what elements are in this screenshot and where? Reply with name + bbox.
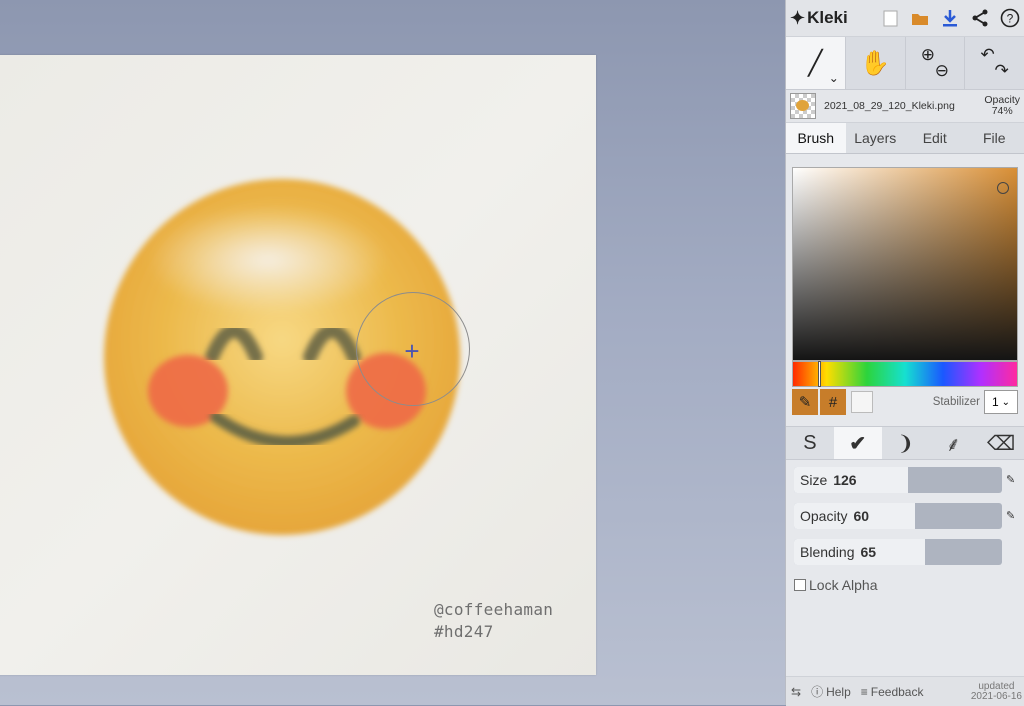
hash-icon: # bbox=[829, 394, 837, 411]
undo-icon[interactable]: ↶ bbox=[981, 47, 995, 63]
brush-tool-button[interactable]: ╱ ⌄ bbox=[786, 37, 846, 89]
updated-info: updated 2021-06-16 bbox=[971, 682, 1024, 702]
color-picker-area[interactable] bbox=[792, 167, 1018, 361]
app-name: Kleki bbox=[807, 8, 848, 28]
updated-date: 2021-06-16 bbox=[971, 692, 1022, 702]
tool-row: ╱ ⌄ ✋ ⊕ ⊖ ↶ ↷ bbox=[786, 37, 1024, 90]
opacity-value: 74% bbox=[984, 106, 1020, 117]
tab-edit[interactable]: Edit bbox=[905, 123, 965, 153]
sketchy-brush-icon: ❩ bbox=[897, 431, 914, 456]
tab-file[interactable]: File bbox=[965, 123, 1024, 153]
top-bar: ✦ Kleki ? bbox=[786, 0, 1024, 37]
stabilizer-label: Stabilizer bbox=[933, 396, 980, 408]
chevron-down-icon: ⌄ bbox=[1002, 397, 1010, 408]
help-label: Help bbox=[826, 685, 851, 699]
panel-tabs: Brush Layers Edit File bbox=[786, 123, 1024, 154]
download-icon[interactable] bbox=[940, 8, 960, 28]
brush-pixel-button[interactable]: ⸙ bbox=[929, 427, 977, 459]
size-label: Size bbox=[800, 472, 827, 488]
tab-layers[interactable]: Layers bbox=[846, 123, 906, 153]
undo-redo-tools[interactable]: ↶ ↷ bbox=[965, 37, 1024, 89]
lock-alpha-label: Lock Alpha bbox=[809, 577, 878, 593]
panel-footer: ⇆ ⓘ Help ≡ Feedback updated 2021-06-16 bbox=[786, 676, 1024, 706]
hex-input-button[interactable]: # bbox=[820, 389, 846, 415]
help-icon[interactable]: ? bbox=[1000, 8, 1020, 28]
svg-text:?: ? bbox=[1007, 12, 1014, 26]
drawing-canvas[interactable]: @coffeehaman #hd247 bbox=[0, 55, 596, 675]
pixel-brush-icon: ⸙ bbox=[946, 430, 961, 457]
new-file-icon[interactable] bbox=[880, 8, 900, 28]
updated-label: updated bbox=[971, 682, 1022, 692]
file-info-row: 2021_08_29_120_Kleki.png Opacity 74% bbox=[786, 90, 1024, 123]
blending-label: Blending bbox=[800, 544, 855, 560]
help-circle-icon: ⓘ bbox=[811, 683, 823, 700]
tool-panel: ✦ Kleki ? ╱ ⌄ ✋ bbox=[785, 0, 1024, 705]
crosshair-icon: + bbox=[400, 339, 424, 363]
blending-value: 65 bbox=[861, 544, 877, 560]
help-button[interactable]: ⓘ Help bbox=[806, 683, 856, 700]
size-value: 126 bbox=[833, 472, 856, 488]
lock-alpha-checkbox[interactable]: Lock Alpha bbox=[794, 577, 878, 593]
brush-types: S ✔ ❩ ⸙ ⌫ bbox=[786, 426, 1024, 460]
feedback-button[interactable]: ≡ Feedback bbox=[856, 685, 929, 699]
zoom-tools[interactable]: ⊕ ⊖ bbox=[906, 37, 966, 89]
hue-slider[interactable] bbox=[792, 361, 1018, 387]
feedback-icon: ≡ bbox=[861, 685, 868, 699]
blending-slider[interactable]: Blending 65 bbox=[794, 539, 1002, 565]
feedback-label: Feedback bbox=[871, 685, 924, 699]
checkbox-box[interactable] bbox=[794, 579, 806, 591]
opacity-slider[interactable]: Opacity 60 bbox=[794, 503, 1002, 529]
eyedropper-button[interactable]: ✎ bbox=[792, 389, 818, 415]
kleki-logo-icon: ✦ bbox=[790, 8, 805, 29]
watermark-tag: #hd247 bbox=[434, 622, 494, 641]
emoji-artwork bbox=[0, 55, 596, 675]
color-picker-handle[interactable] bbox=[997, 182, 1009, 194]
opacity-slider-value: 60 bbox=[853, 508, 869, 524]
swap-icon: ⇆ bbox=[791, 685, 801, 699]
redo-icon[interactable]: ↷ bbox=[995, 63, 1009, 79]
image-thumbnail[interactable] bbox=[790, 93, 816, 119]
eyedropper-icon: ✎ bbox=[799, 393, 812, 411]
file-name: 2021_08_29_120_Kleki.png bbox=[824, 100, 976, 112]
brush-sketchy-button[interactable]: ❩ bbox=[882, 427, 930, 459]
share-icon[interactable] bbox=[970, 8, 990, 28]
stabilizer-value: 1 bbox=[992, 395, 999, 409]
brush-icon: ╱ bbox=[808, 49, 822, 78]
layer-opacity: Opacity 74% bbox=[984, 95, 1020, 117]
stabilizer-select[interactable]: 1 ⌄ bbox=[984, 390, 1018, 414]
opacity-pressure-icon[interactable]: ✎ bbox=[1006, 509, 1020, 523]
hand-tool-button[interactable]: ✋ bbox=[846, 37, 906, 89]
hand-icon: ✋ bbox=[860, 49, 890, 78]
opacity-slider-label: Opacity bbox=[800, 508, 847, 524]
brush-blend-button[interactable]: ✔ bbox=[834, 427, 882, 459]
pen-stroke-icon: S bbox=[803, 432, 816, 455]
size-pressure-icon[interactable]: ✎ bbox=[1006, 473, 1020, 487]
eraser-button[interactable]: ⌫ bbox=[977, 427, 1024, 459]
hue-slider-handle[interactable] bbox=[818, 361, 821, 387]
watermark-handle: @coffeehaman bbox=[434, 600, 553, 619]
chevron-down-icon: ⌄ bbox=[829, 71, 839, 85]
blend-brush-icon: ✔ bbox=[849, 431, 866, 456]
swap-side-button[interactable]: ⇆ bbox=[786, 685, 806, 699]
open-folder-icon[interactable] bbox=[910, 8, 930, 28]
app-logo: ✦ Kleki bbox=[790, 8, 848, 29]
size-slider[interactable]: Size 126 bbox=[794, 467, 1002, 493]
brush-pen-button[interactable]: S bbox=[786, 427, 834, 459]
eraser-icon: ⌫ bbox=[987, 431, 1015, 456]
secondary-color-swatch[interactable] bbox=[851, 391, 873, 413]
workspace[interactable]: @coffeehaman #hd247 + bbox=[0, 0, 785, 705]
color-controls: ✎ # Stabilizer 1 ⌄ bbox=[792, 389, 1018, 415]
zoom-out-icon[interactable]: ⊖ bbox=[935, 63, 949, 79]
zoom-in-icon[interactable]: ⊕ bbox=[921, 47, 935, 63]
tab-brush[interactable]: Brush bbox=[786, 123, 846, 153]
